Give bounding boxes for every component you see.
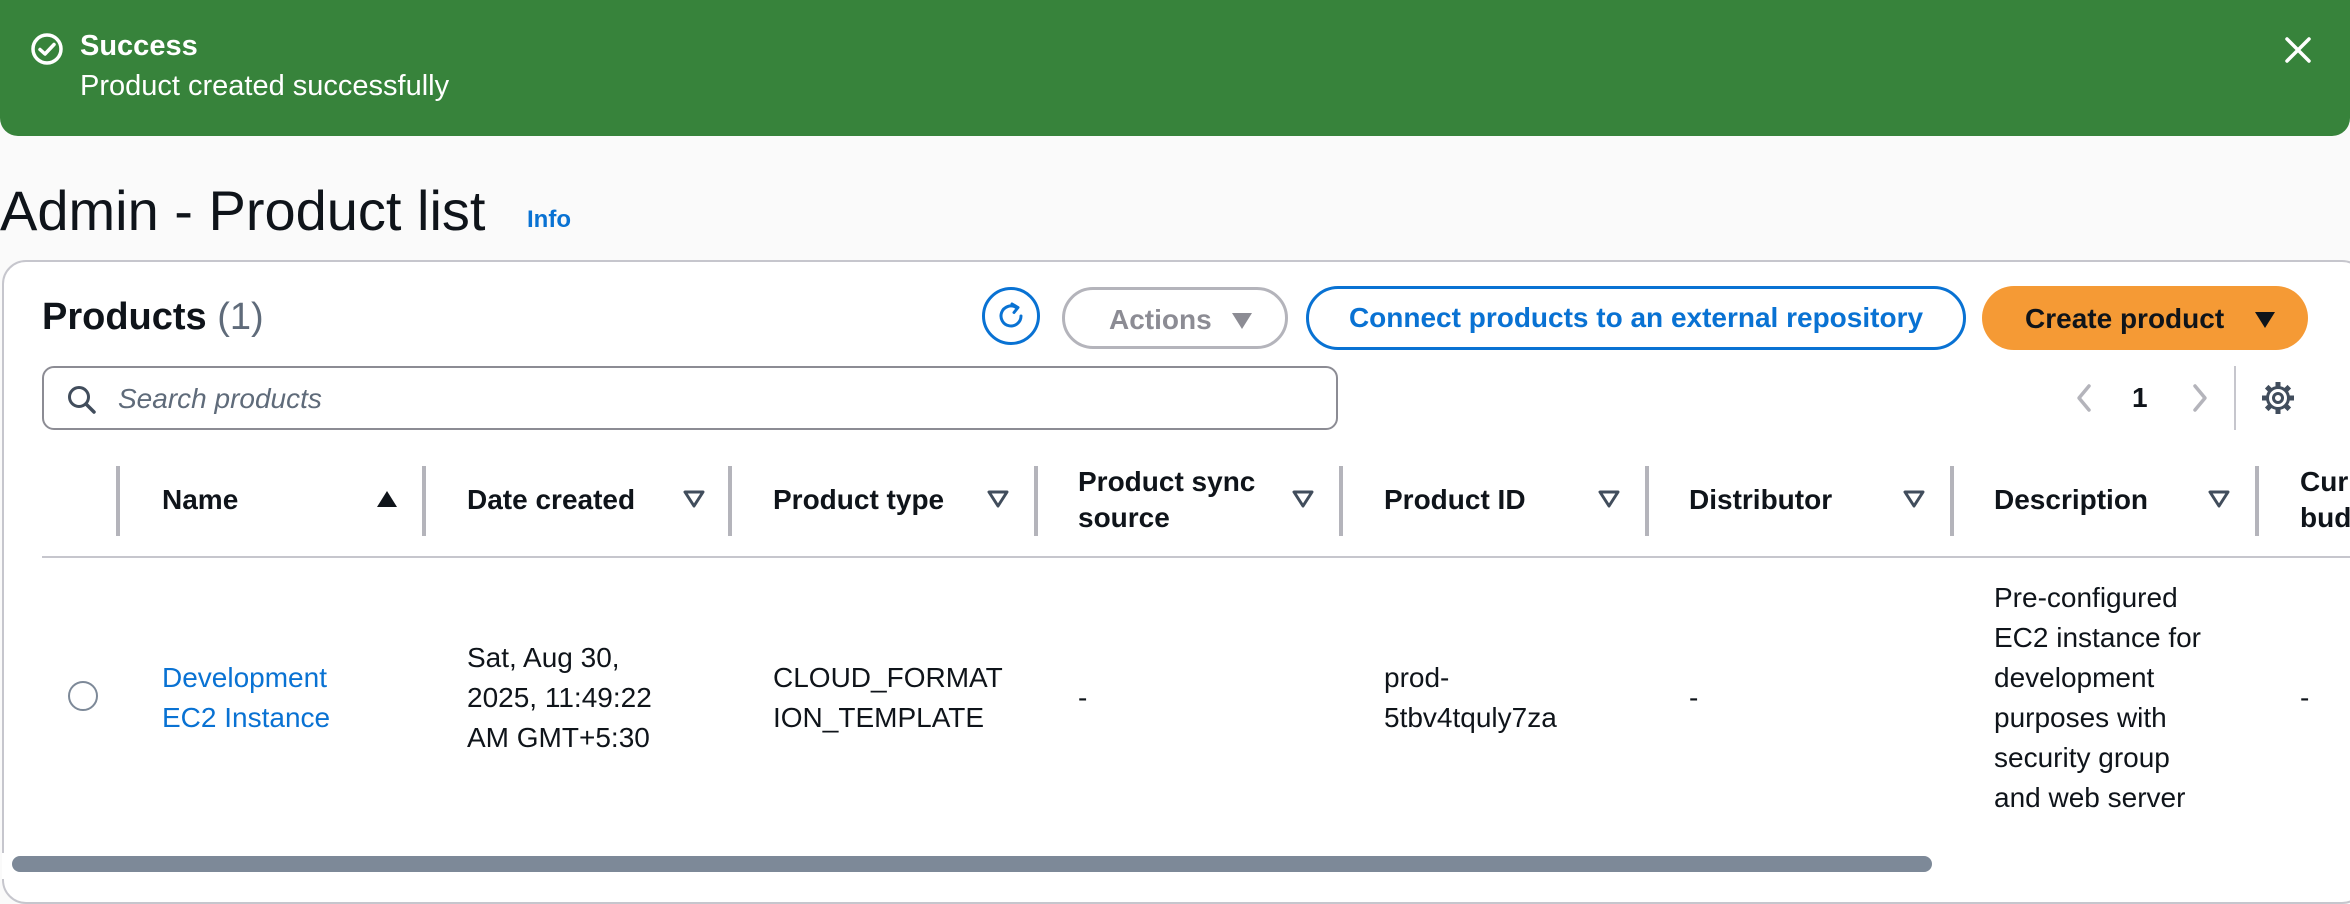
column-header-label: Distributor	[1689, 484, 1833, 515]
column-header-label: Product ID	[1384, 484, 1526, 515]
refresh-button[interactable]	[982, 287, 1040, 345]
panel-heading-title: Products	[42, 296, 207, 338]
column-header-label: Curr... bud...	[2300, 468, 2350, 532]
create-product-label: Create product	[2025, 303, 2225, 334]
column-header-product-sync-source[interactable]: Product sync source	[1078, 466, 1318, 533]
column-separator[interactable]	[1339, 466, 1343, 536]
search-icon	[68, 386, 96, 414]
column-header-distributor[interactable]: Distributor	[1689, 468, 1929, 532]
table-header-divider	[42, 556, 2350, 558]
budget-cell: -	[2300, 682, 2310, 713]
info-link[interactable]: Info	[527, 206, 571, 234]
sort-icon	[1598, 490, 1620, 508]
product-type-cell: CLOUD_FORMATION_TEMPLATE	[773, 662, 1003, 733]
panel-heading: Products (1)	[42, 296, 264, 339]
flash-title: Success	[80, 30, 198, 62]
product-name-link[interactable]: Development EC2 Instance	[162, 658, 362, 738]
column-separator[interactable]	[728, 466, 732, 536]
column-header-label: Date created	[467, 484, 636, 515]
description-cell: Pre-configured EC2 instance for developm…	[1994, 582, 2201, 813]
product-id-cell: prod-5tbv4tquly7za	[1384, 662, 1557, 733]
column-header-product-id[interactable]: Product ID	[1384, 468, 1624, 532]
column-separator[interactable]	[1645, 466, 1649, 536]
gear-icon[interactable]	[2260, 380, 2296, 416]
caret-down-icon[interactable]	[2254, 311, 2276, 329]
column-header-product-type[interactable]: Product type	[773, 468, 1013, 532]
search-input[interactable]	[116, 378, 1320, 420]
column-header-date-created[interactable]: Date created	[467, 468, 707, 532]
column-header-label: Name	[162, 484, 239, 515]
column-header-label: Description	[1994, 484, 2149, 515]
column-separator[interactable]	[1950, 466, 1954, 536]
column-separator[interactable]	[422, 466, 426, 536]
row-select-radio[interactable]	[68, 681, 98, 711]
column-header-label: Product type	[773, 484, 945, 515]
sort-icon	[1292, 490, 1314, 508]
actions-button[interactable]: Actions	[1062, 287, 1288, 349]
distributor-cell: -	[1689, 682, 1699, 713]
actions-label: Actions	[1109, 304, 1212, 335]
chevron-right-icon[interactable]	[2188, 382, 2212, 414]
column-separator	[116, 466, 120, 536]
horizontal-scrollbar-thumb[interactable]	[12, 856, 1932, 872]
column-header-current-budget[interactable]: Curr... bud...	[2300, 468, 2350, 532]
pagination-divider	[2234, 366, 2236, 430]
column-separator[interactable]	[2255, 466, 2259, 536]
chevron-left-icon[interactable]	[2072, 382, 2096, 414]
sync-source-cell: -	[1078, 682, 1088, 713]
sort-icon	[987, 490, 1009, 508]
create-product-button[interactable]: Create product	[1982, 286, 2308, 350]
refresh-icon	[999, 302, 1023, 328]
column-separator[interactable]	[1034, 466, 1038, 536]
date-created-cell: Sat, Aug 30, 2025, 11:49:22 AM GMT+5:30	[467, 642, 652, 753]
sort-ascending-icon	[377, 491, 397, 507]
column-header-description[interactable]: Description	[1994, 468, 2234, 532]
connect-repository-button[interactable]: Connect products to an external reposito…	[1306, 286, 1966, 350]
sort-icon	[1903, 490, 1925, 508]
product-count: (1)	[217, 296, 264, 338]
column-header-name[interactable]: Name	[162, 468, 402, 532]
caret-down-icon	[1232, 313, 1252, 329]
check-circle-icon	[31, 33, 63, 65]
close-icon[interactable]	[2278, 30, 2318, 70]
sort-icon	[683, 490, 705, 508]
flash-message: Product created successfully	[80, 70, 450, 102]
success-flash: Success Product created successfully	[0, 0, 2350, 136]
search-field[interactable]	[42, 366, 1338, 430]
sort-icon	[2208, 490, 2230, 508]
column-header-label: Product sync source	[1078, 466, 1256, 533]
page-number-button[interactable]: 1	[2132, 382, 2148, 414]
page-title: Admin - Product list	[0, 179, 486, 242]
